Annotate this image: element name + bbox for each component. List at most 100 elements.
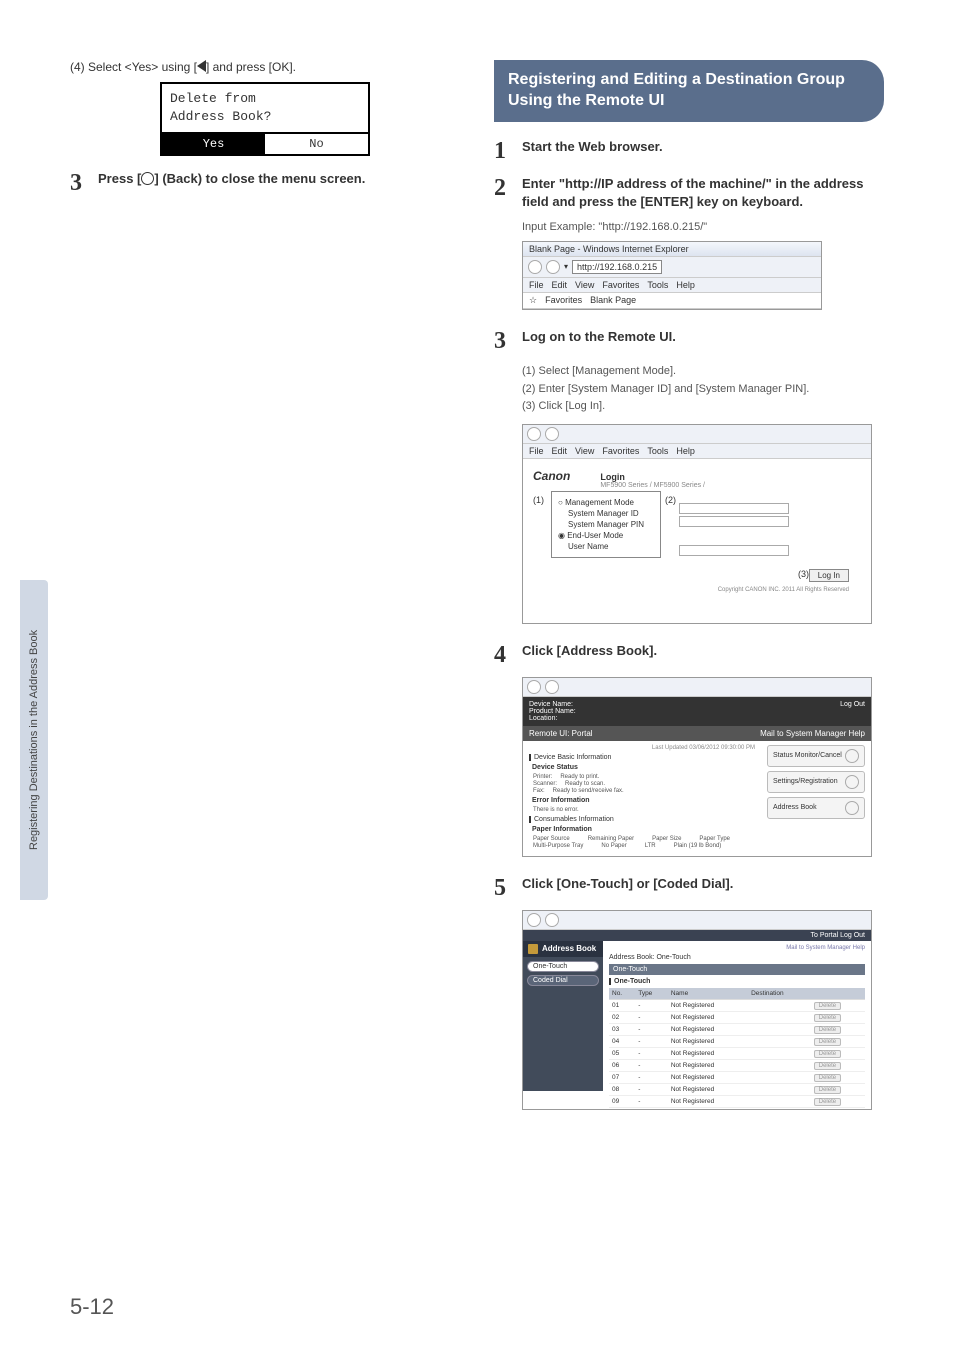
delete-button[interactable]: Delete (814, 1002, 841, 1010)
menu-favorites[interactable]: Favorites (602, 446, 639, 456)
delete-button[interactable]: Delete (814, 1038, 841, 1046)
book-icon (845, 801, 859, 815)
ot-ie-nav (523, 911, 871, 930)
plain: Plain (19 lb Bond) (674, 843, 722, 849)
portal-right: Status Monitor/Cancel Settings/Registrat… (761, 741, 871, 854)
ot-topbar: To Portal Log Out (523, 930, 871, 941)
row-no[interactable]: 04 (609, 1035, 635, 1047)
back-icon[interactable] (527, 913, 541, 927)
row-type: - (635, 1083, 668, 1095)
delete-button[interactable]: Delete (814, 1026, 841, 1034)
status-monitor-button[interactable]: Status Monitor/Cancel (767, 745, 865, 767)
fax-status: Ready to send/receive fax. (553, 788, 624, 794)
blank-page-tab[interactable]: Blank Page (590, 295, 636, 305)
row-no[interactable]: 08 (609, 1083, 635, 1095)
back-icon[interactable] (527, 680, 541, 694)
ot-mail[interactable]: Mail to System Manager Help (609, 945, 865, 951)
canon-logo: Canon (533, 469, 570, 483)
forward-icon[interactable] (545, 680, 559, 694)
portal-body: Last Updated 03/06/2012 09:30:00 PM Devi… (523, 741, 871, 854)
lcd-yes-button[interactable]: Yes (162, 134, 265, 154)
portal-mail[interactable]: Mail to System Manager Help (760, 729, 865, 738)
login-screenshot: File Edit View Favorites Tools Help Cano… (522, 424, 872, 624)
delete-button[interactable]: Delete (814, 1098, 841, 1106)
tab-coded-dial[interactable]: Coded Dial (527, 975, 599, 986)
onetouch-screenshot: To Portal Log Out Address Book One-Touch… (522, 910, 872, 1110)
forward-icon[interactable] (546, 260, 560, 274)
lcd-no-button[interactable]: No (265, 134, 368, 154)
back-icon[interactable] (527, 427, 541, 441)
step4-line: (4) Select <Yes> using [] and press [OK]… (70, 60, 460, 74)
logout-link[interactable]: Log Out (840, 701, 865, 722)
login-heading: Login (600, 472, 705, 482)
ot-table: No. Type Name Destination 01 - Not Regis… (609, 988, 865, 1108)
cons-heading: Consumables Information (529, 816, 755, 823)
side-tab: Registering Destinations in the Address … (20, 580, 48, 900)
table-row: 08 - Not Registered Delete (609, 1083, 865, 1095)
menu-file[interactable]: File (529, 280, 544, 290)
username-input[interactable] (679, 545, 789, 556)
row-dest (748, 1011, 811, 1023)
menu-edit[interactable]: Edit (552, 446, 568, 456)
menu-help[interactable]: Help (676, 280, 695, 290)
s3-text: Log on to the Remote UI. (522, 328, 884, 346)
menu-edit[interactable]: Edit (552, 280, 568, 290)
lcd-line1: Delete from (170, 90, 360, 108)
delete-button[interactable]: Delete (814, 1014, 841, 1022)
row-no[interactable]: 05 (609, 1047, 635, 1059)
lcd-line2: Address Book? (170, 108, 360, 126)
login-button[interactable]: Log In (809, 569, 849, 582)
row-name: Not Registered (668, 1047, 748, 1059)
mgmt-mode-radio[interactable]: ○ Management Mode (558, 498, 654, 507)
row-no[interactable]: 02 (609, 1011, 635, 1023)
forward-icon[interactable] (545, 427, 559, 441)
address-book-button[interactable]: Address Book (767, 797, 865, 819)
delete-button[interactable]: Delete (814, 1086, 841, 1094)
url-field[interactable]: http://192.168.0.215 (572, 260, 662, 274)
lcd-message: Delete from Address Book? (162, 84, 368, 132)
menu-favorites[interactable]: Favorites (602, 280, 639, 290)
row-name: Not Registered (668, 1023, 748, 1035)
menu-view[interactable]: View (575, 280, 594, 290)
scanner-status: Ready to scan. (565, 781, 605, 787)
s5-num: 5 (494, 875, 512, 902)
star-icon[interactable]: ☆ (529, 295, 537, 306)
menu-view[interactable]: View (575, 446, 594, 456)
step4-text-a: (4) Select <Yes> using [ (70, 60, 197, 74)
menu-tools[interactable]: Tools (647, 280, 668, 290)
management-mode-box: ○ Management Mode System Manager ID Syst… (551, 491, 661, 558)
scanner-label: Scanner: (533, 781, 557, 787)
delete-button[interactable]: Delete (814, 1050, 841, 1058)
menu-tools[interactable]: Tools (647, 446, 668, 456)
left-step3: 3 Press [] (Back) to close the menu scre… (70, 170, 460, 197)
browser-screenshot-1: Blank Page - Windows Internet Explorer ▾… (522, 241, 822, 310)
menu-help[interactable]: Help (676, 446, 695, 456)
forward-icon[interactable] (545, 913, 559, 927)
row-no[interactable]: 03 (609, 1023, 635, 1035)
enduser-radio[interactable]: ◉ End-User Mode (558, 531, 654, 540)
row-type: - (635, 1059, 668, 1071)
delete-button[interactable]: Delete (814, 1074, 841, 1082)
s3-num: 3 (494, 328, 512, 355)
table-row: 01 - Not Registered Delete (609, 999, 865, 1011)
row-name: Not Registered (668, 1095, 748, 1107)
row-no[interactable]: 01 (609, 999, 635, 1011)
menu-file[interactable]: File (529, 446, 544, 456)
location-label: Location: (529, 715, 557, 722)
login-menubar: File Edit View Favorites Tools Help (523, 444, 871, 459)
table-row: 09 - Not Registered Delete (609, 1095, 865, 1107)
to-portal-logout[interactable]: To Portal Log Out (811, 932, 865, 939)
row-no[interactable]: 09 (609, 1095, 635, 1107)
smid-input[interactable] (679, 503, 789, 514)
row-type: - (635, 999, 668, 1011)
smpin-input[interactable] (679, 516, 789, 527)
row-no[interactable]: 07 (609, 1071, 635, 1083)
delete-button[interactable]: Delete (814, 1062, 841, 1070)
ie-navbar: ▾ http://192.168.0.215 (523, 257, 821, 278)
tab-one-touch[interactable]: One-Touch (527, 961, 599, 972)
page-content: (4) Select <Yes> using [] and press [OK]… (70, 60, 884, 1310)
settings-reg-button[interactable]: Settings/Registration (767, 771, 865, 793)
back-icon[interactable] (528, 260, 542, 274)
row-no[interactable]: 06 (609, 1059, 635, 1071)
ds-heading: Device Status (529, 764, 755, 771)
